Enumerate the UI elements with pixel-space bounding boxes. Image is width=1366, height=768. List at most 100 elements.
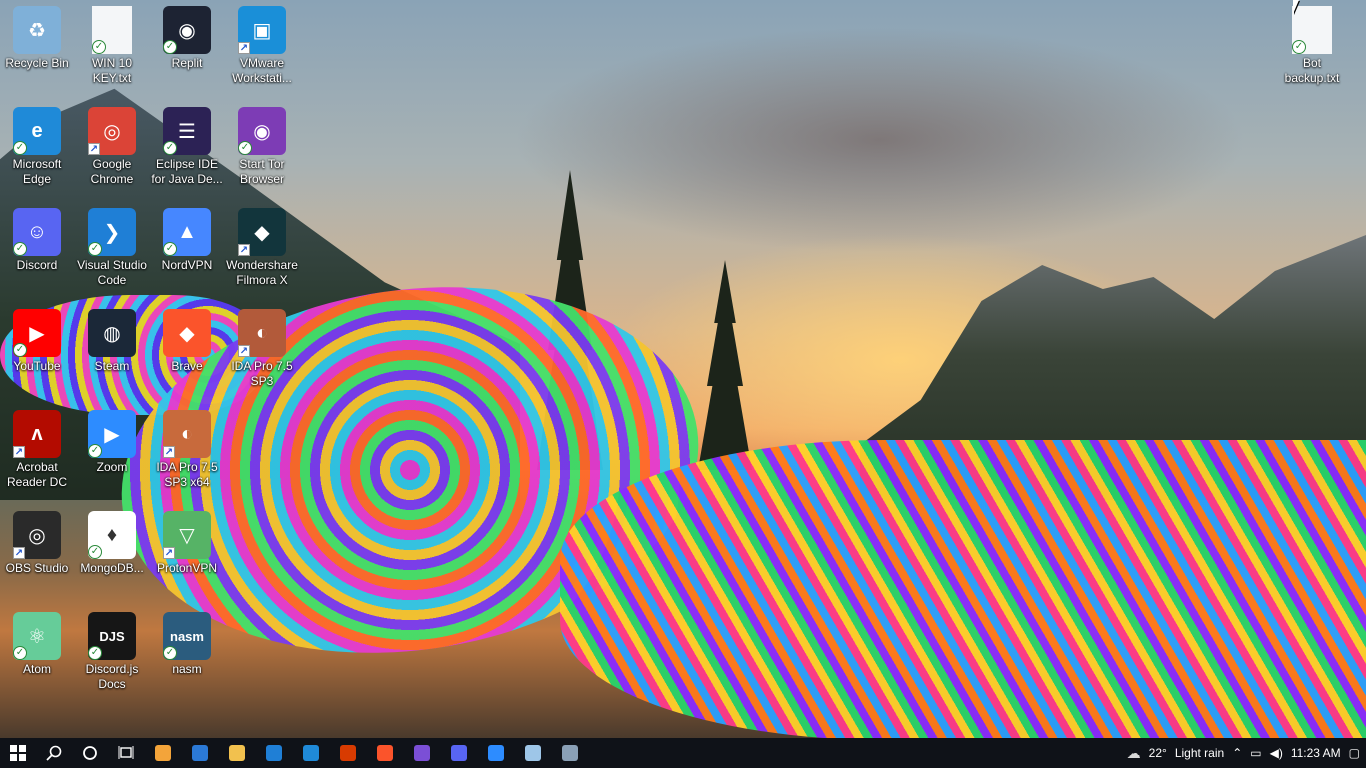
task-view-icon[interactable] (108, 738, 144, 768)
clock-time[interactable]: 11:23 AM (1291, 746, 1341, 760)
desktop-icon-label: nasm (172, 662, 202, 676)
desktop-icon-label: Google Chrome (90, 157, 134, 186)
desktop-icon-label: Acrobat Reader DC (6, 460, 68, 489)
desktop-icon-nordvpn[interactable]: ▲ ✓ NordVPN (150, 202, 224, 298)
desktop-icon-steam[interactable]: ◍ Steam (75, 303, 149, 399)
brave-icon: ◆ (163, 309, 211, 357)
desktop-icon-eclipse[interactable]: ☰ ✓ Eclipse IDE for Java De... (150, 101, 224, 197)
desktop-icon-label: Steam (94, 359, 130, 373)
taskbar-app-rdp[interactable] (551, 738, 588, 768)
taskbar-app-visualstudio[interactable] (403, 738, 440, 768)
desktop-icon-label: Bot backup.txt (1284, 56, 1340, 85)
icon-glyph: ◉ (253, 120, 271, 143)
desktop-icon-tor[interactable]: ◉ ✓ Start Tor Browser (225, 101, 299, 197)
desktop-icon-brave[interactable]: ◆ Brave (150, 303, 224, 399)
eclipse-icon: ☰ ✓ (163, 107, 211, 155)
desktop-icon-youtube[interactable]: ▶ ✓ YouTube (0, 303, 74, 399)
recycle-bin-icon: ♻ (13, 6, 61, 54)
remote-desktop-icon (561, 745, 578, 761)
desktop-icon-acrobat[interactable]: ʌ ↗ Acrobat Reader DC (0, 404, 74, 500)
sync-check-icon: ✓ (163, 242, 177, 256)
desktop-icon-ida-pro-x64[interactable]: ◐ ↗ IDA Pro 7.5 SP3 x64 (150, 404, 224, 500)
weather-text[interactable]: Light rain (1175, 746, 1224, 760)
taskbar-app-store[interactable] (144, 738, 181, 768)
office-icon (339, 745, 356, 761)
weather-temp[interactable]: 22° (1149, 746, 1167, 760)
icon-glyph: ◎ (103, 120, 121, 143)
taskbar: ☁ 22° Light rain ⌃ ▭ ◀) 11:23 AM ▢ (0, 738, 1366, 768)
shortcut-arrow-icon: ↗ (238, 244, 250, 256)
desktop-icon-discord[interactable]: ☺ ✓ Discord (0, 202, 74, 298)
icon-glyph: ʌ (31, 422, 43, 445)
icon-glyph: nasm (170, 628, 204, 644)
desktop-icon-ida-pro-sp3[interactable]: ◐ ↗ IDA Pro 7.5 SP3 (225, 303, 299, 399)
desktop-icon-edge[interactable]: e ✓ Microsoft Edge (0, 101, 74, 197)
desktop-icon-atom[interactable]: ⚛ ✓ Atom (0, 606, 74, 702)
taskbar-app-vscode[interactable] (255, 738, 292, 768)
desktop-icon-label: Recycle Bin (5, 56, 69, 70)
shortcut-arrow-icon: ↗ (88, 143, 100, 155)
taskbar-app-mail[interactable] (181, 738, 218, 768)
desktop-icon-label: MongoDB... (80, 561, 144, 575)
desktop-icon-win10-key[interactable]: ✓ WIN 10 KEY.txt (75, 0, 149, 96)
desktop-icon-recycle-bin[interactable]: ♻ Recycle Bin (0, 0, 74, 96)
taskbar-pinned-apps (144, 738, 588, 768)
desktop-icon-label: Atom (22, 662, 51, 676)
desktop-icon-chrome[interactable]: ◎ ↗ Google Chrome (75, 101, 149, 197)
sync-check-icon: ✓ (13, 242, 27, 256)
mouse-cursor (1293, 0, 1299, 14)
network-icon[interactable]: ▭ (1250, 746, 1261, 760)
desktop-icon-replit[interactable]: ◉ ✓ Replit (150, 0, 224, 96)
desktop-icon-bot-backup[interactable]: ✓ Bot backup.txt (1275, 0, 1349, 96)
desktop-icon-vmware[interactable]: ▣ ↗ VMware Workstati... (225, 0, 299, 96)
icon-glyph: ◎ (28, 524, 46, 547)
desktop-icon-mongodb[interactable]: ♦ ✓ MongoDB... (75, 505, 149, 601)
atom-icon: ⚛ ✓ (13, 612, 61, 660)
windows-start-icon[interactable] (0, 738, 36, 768)
desktop-icon-obs[interactable]: ◎ ↗ OBS Studio (0, 505, 74, 601)
ida-pro-icon: ◐ ↗ (238, 309, 286, 357)
desktop-icon-label: OBS Studio (5, 561, 69, 575)
file-explorer-icon (228, 745, 245, 761)
taskbar-app-zoom[interactable] (477, 738, 514, 768)
desktop-icon-vscode[interactable]: ❯ ✓ Visual Studio Code (75, 202, 149, 298)
desktop-icon-zoom[interactable]: ▶ ✓ Zoom (75, 404, 149, 500)
desktop-icon-label: Visual Studio Code (77, 258, 147, 287)
taskbar-app-brave[interactable] (366, 738, 403, 768)
taskbar-app-edge[interactable] (292, 738, 329, 768)
desktop-icon-label: VMware Workstati... (232, 56, 292, 85)
discord-icon: ☺ ✓ (13, 208, 61, 256)
desktop-icon-nasm[interactable]: nasm ✓ nasm (150, 606, 224, 702)
taskbar-app-discord[interactable] (440, 738, 477, 768)
weather-icon[interactable]: ☁ (1127, 745, 1141, 762)
chevron-up-icon[interactable]: ⌃ (1232, 746, 1242, 760)
sync-check-icon: ✓ (88, 444, 102, 458)
edge-icon: e ✓ (13, 107, 61, 155)
desktop-icon-protonvpn[interactable]: ▽ ↗ ProtonVPN (150, 505, 224, 601)
discordjs-icon: DJS ✓ (88, 612, 136, 660)
notification-center-icon[interactable]: ▢ (1349, 746, 1360, 760)
desktop-icon-filmora[interactable]: ◆ ↗ Wondershare Filmora X (225, 202, 299, 298)
desktop-icon-label: Start Tor Browser (239, 157, 285, 186)
search-icon[interactable] (36, 738, 72, 768)
steam-icon: ◍ (88, 309, 136, 357)
icon-glyph: e (31, 119, 43, 142)
microsoft-store-icon (154, 745, 171, 761)
obs-icon: ◎ ↗ (13, 511, 61, 559)
desktop-icon-discordjs[interactable]: DJS ✓ Discord.js Docs (75, 606, 149, 702)
volume-icon[interactable]: ◀) (1270, 746, 1283, 760)
taskbar-app-notepad[interactable] (514, 738, 551, 768)
icon-glyph: ▶ (29, 322, 45, 345)
sync-check-icon: ✓ (163, 141, 177, 155)
taskbar-app-office[interactable] (329, 738, 366, 768)
desktop-icon-label: IDA Pro 7.5 SP3 (231, 359, 293, 388)
icon-glyph: ◍ (103, 322, 121, 345)
taskbar-app-explorer[interactable] (218, 738, 255, 768)
desktop-icon-label: Discord (16, 258, 58, 272)
text-file-icon: ✓ (92, 6, 132, 54)
icon-glyph: ☰ (178, 120, 196, 143)
icon-glyph: ⚛ (28, 625, 46, 648)
desktop-icon-label: WIN 10 KEY.txt (91, 56, 132, 85)
shortcut-arrow-icon: ↗ (238, 42, 250, 54)
cortana-icon[interactable] (72, 738, 108, 768)
